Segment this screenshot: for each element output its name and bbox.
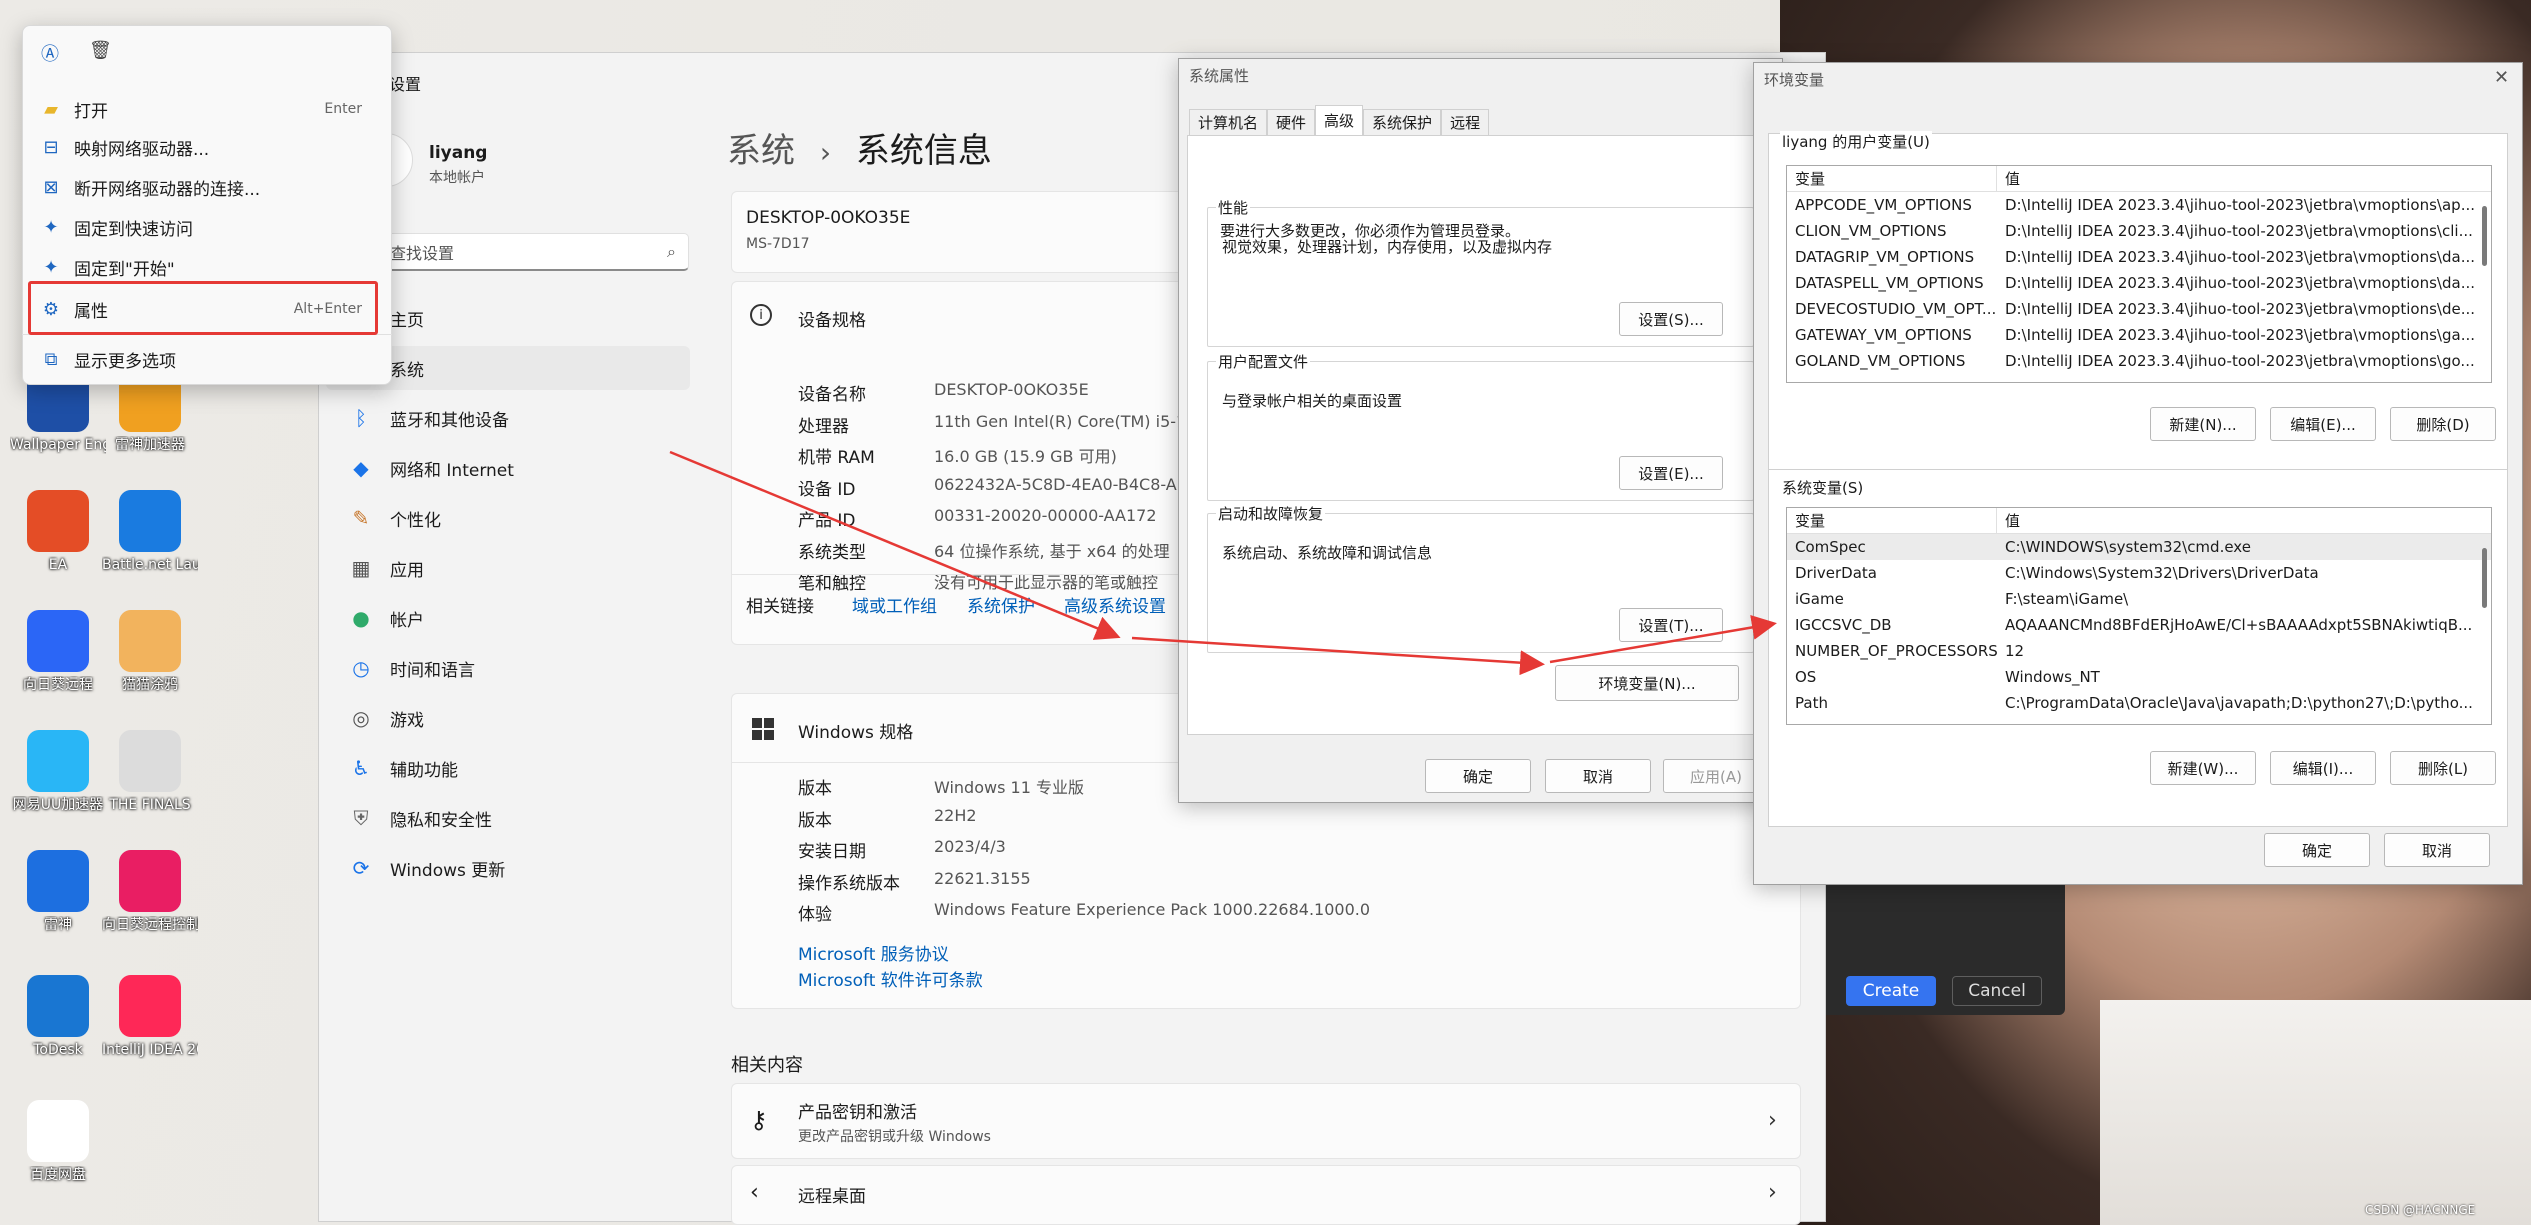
annotation-arrows: [669, 450, 1777, 676]
arrow-to-env-dialog: [1549, 615, 1777, 664]
watermark: CSDN @HACNNGE: [2365, 1203, 2476, 1217]
arrow-to-env-button: [1131, 636, 1545, 676]
arrow-to-advanced-settings: [669, 450, 1121, 640]
